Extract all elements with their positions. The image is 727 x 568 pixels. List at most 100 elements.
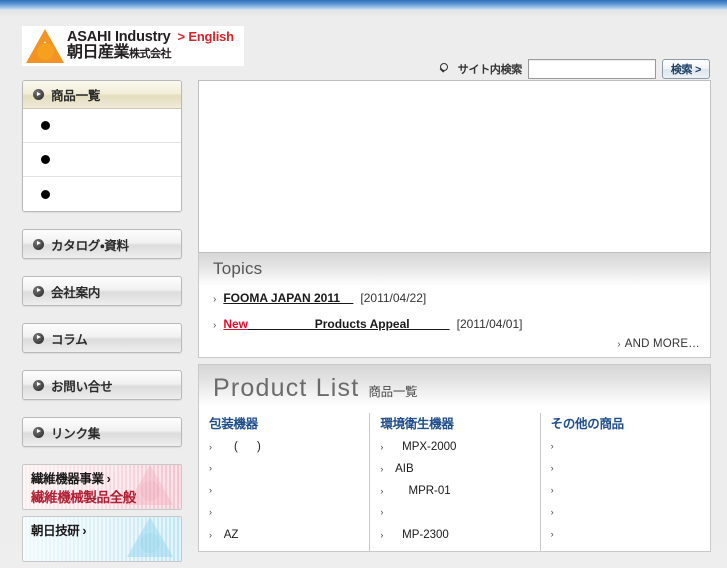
logo-japanese-suffix: 株式会社 xyxy=(129,48,172,61)
product-item-label: MP-2300 xyxy=(389,529,449,541)
product-item[interactable]: › ( ) xyxy=(209,441,361,463)
chevron-right-icon: › xyxy=(550,463,554,473)
chevron-right-icon: › xyxy=(550,441,554,451)
product-item[interactable]: › xyxy=(551,507,702,529)
sidebar-subitem-3[interactable] xyxy=(23,177,181,211)
product-column-environmental: 環境衛生機器 › MPX-2000 › AIB › MPR-01 › › MP-… xyxy=(369,413,539,551)
product-column-packaging: 包装機器 › ( ) › › › › AZ xyxy=(199,413,369,551)
topics-panel: Topics › FOOMA JAPAN 2011 [2011/04/22] ›… xyxy=(198,253,711,358)
topic-link[interactable]: FOOMA JAPAN 2011 xyxy=(223,291,353,305)
banner-title-text: 繊維機器事業 xyxy=(31,472,104,486)
site-logo[interactable]: ASAHI Industry > English 朝日産業株式会社 xyxy=(22,26,244,66)
bullet-icon xyxy=(41,155,50,164)
play-arrow-icon xyxy=(33,238,44,250)
product-item[interactable]: › xyxy=(209,463,361,485)
product-item[interactable]: › MP-2300 xyxy=(380,529,531,551)
sidebar-item-catalog[interactable]: カタログ・資料 xyxy=(22,229,182,259)
chevron-right-icon: › xyxy=(209,530,212,540)
product-item[interactable]: › MPX-2000 xyxy=(380,441,531,463)
product-columns: 包装機器 › ( ) › › › › AZ 環境衛生機器 › MPX-2000 … xyxy=(199,405,710,551)
product-item[interactable]: › xyxy=(551,463,702,485)
product-list-title-en: Product List xyxy=(213,374,360,402)
chevron-right-icon: › xyxy=(380,486,384,496)
sidebar-banner-asahi-giken[interactable]: 朝日技研 › xyxy=(22,516,182,562)
product-list-panel: Product List 商品一覧 包装機器 › ( ) › › › › AZ … xyxy=(198,364,711,552)
sidebar-item-label: リンク集 xyxy=(51,426,101,441)
product-column-other: その他の商品 › › › › › xyxy=(539,413,710,551)
sidebar-item-products[interactable]: 商品一覧 xyxy=(23,81,181,109)
chevron-right-icon: › xyxy=(213,320,217,331)
chevron-right-icon: › xyxy=(209,463,212,473)
sidebar-item-label: カタログ・資料 xyxy=(51,238,129,253)
logo-english-name: ASAHI Industry xyxy=(67,28,171,45)
product-item[interactable]: › MPR-01 xyxy=(380,485,531,507)
product-item[interactable]: › xyxy=(551,441,702,463)
and-more-link[interactable]: › AND MORE… xyxy=(617,338,700,350)
logo-text: ASAHI Industry > English 朝日産業株式会社 xyxy=(67,28,235,62)
search-icon xyxy=(439,62,452,76)
product-item[interactable]: › xyxy=(380,507,531,529)
bullet-icon xyxy=(41,189,50,199)
chevron-right-icon: › xyxy=(209,442,212,452)
product-item[interactable]: › xyxy=(551,529,702,551)
chevron-right-icon: › xyxy=(82,524,87,538)
product-item[interactable]: › xyxy=(551,485,702,507)
chevron-right-icon: › xyxy=(550,507,554,517)
sidebar-item-label: お問い合せ xyxy=(51,379,113,394)
sidebar-item-company[interactable]: 会社案内 xyxy=(22,276,182,306)
product-list-title-jp: 商品一覧 xyxy=(368,385,418,399)
product-item[interactable]: › AIB xyxy=(380,463,531,485)
page-root: ASAHI Industry > English 朝日産業株式会社 サイト内検索… xyxy=(0,17,727,562)
chevron-right-icon: › xyxy=(209,507,212,517)
hero-banner[interactable] xyxy=(198,80,711,253)
product-item[interactable]: › AZ xyxy=(209,529,361,551)
sidebar-item-label: コラム xyxy=(51,332,88,347)
site-header: ASAHI Industry > English 朝日産業株式会社 サイト内検索… xyxy=(0,17,727,80)
banner-subtitle: 繊維機械製品全般 xyxy=(31,490,136,505)
chevron-right-icon: › xyxy=(380,507,384,517)
chevron-right-icon: › xyxy=(550,485,554,495)
and-more-row: › AND MORE… xyxy=(199,337,710,357)
product-item[interactable]: › xyxy=(209,507,361,529)
search-label: サイト内検索 xyxy=(457,64,523,76)
sidebar-subitem-2[interactable] xyxy=(23,143,181,177)
chevron-right-icon: › xyxy=(380,464,384,474)
product-item-label: MPX-2000 xyxy=(389,441,457,453)
product-column-title: 環境衛生機器 xyxy=(380,417,454,431)
sidebar-item-label: 商品一覧 xyxy=(51,89,101,103)
product-item-label: MPR-01 xyxy=(389,485,451,497)
product-item-label: AZ xyxy=(218,529,239,541)
content-column: Topics › FOOMA JAPAN 2011 [2011/04/22] ›… xyxy=(198,80,711,552)
logo-japanese-main: 朝日産業 xyxy=(67,44,130,62)
bullet-icon xyxy=(41,121,50,130)
play-arrow-icon xyxy=(33,285,44,297)
chevron-right-icon: › xyxy=(106,472,111,486)
topics-title: Topics xyxy=(213,259,263,278)
banner-title: 朝日技研 › xyxy=(31,522,181,540)
banner-title-text: 朝日技研 xyxy=(31,524,80,538)
topic-link[interactable]: Products Appeal xyxy=(248,317,450,331)
english-site-link[interactable]: > English xyxy=(178,30,235,44)
search-submit-button[interactable]: 検索 > xyxy=(662,59,710,79)
chevron-right-icon: › xyxy=(209,485,212,495)
sidebar-subitem-1[interactable] xyxy=(23,109,181,143)
topic-new-badge[interactable]: New xyxy=(223,317,248,331)
sidebar-item-contact[interactable]: お問い合せ xyxy=(22,370,182,400)
sidebar-item-column[interactable]: コラム xyxy=(22,323,182,353)
product-column-title: 包装機器 xyxy=(209,417,258,431)
sidebar-products-group: 商品一覧 xyxy=(22,80,182,212)
topics-header: Topics xyxy=(199,253,710,285)
sidebar-banner-fiber-business[interactable]: 繊維機器事業 › 繊維機械製品全般 xyxy=(22,464,182,510)
search-input[interactable] xyxy=(528,59,656,79)
chevron-right-icon: › xyxy=(617,339,621,350)
product-item[interactable]: › xyxy=(209,485,361,507)
topic-row: › New Products Appeal [2011/04/01] xyxy=(199,311,710,337)
sidebar-item-label: 会社案内 xyxy=(51,285,101,300)
play-arrow-icon xyxy=(33,379,44,391)
asahi-a-mark-icon xyxy=(26,29,64,63)
sidebar-item-links[interactable]: リンク集 xyxy=(22,417,182,447)
product-item-label: ( ) xyxy=(218,441,261,453)
product-item-label: AIB xyxy=(389,463,414,475)
sidebar: 商品一覧 カタログ・資料 会社案内 コラム お問い合せ リンク集 繊維機器事業 … xyxy=(22,80,182,568)
banner-title: 繊維機器事業 › xyxy=(31,470,181,488)
